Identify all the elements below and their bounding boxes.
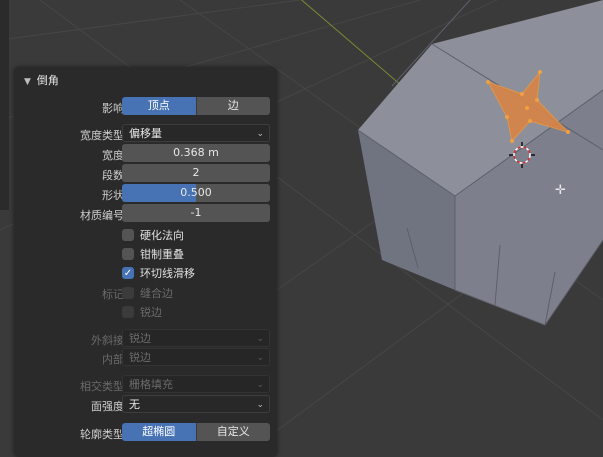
intersection-value: 栅格填充 xyxy=(129,378,173,391)
checkbox-box[interactable] xyxy=(122,287,134,299)
mark-sharp-checkbox[interactable]: 锐边 xyxy=(122,304,162,320)
panel-title: 倒角 xyxy=(36,74,59,87)
harden-normals-label: 硬化法向 xyxy=(140,229,184,242)
loop-slide-label: 环切线滑移 xyxy=(140,267,195,280)
row-harden-normals: 硬化法向 xyxy=(14,225,277,244)
row-miter-inner: 内部 锐边 ⌄ xyxy=(14,348,277,367)
shape-label: 形状 xyxy=(102,189,124,202)
intersection-dropdown[interactable]: 栅格填充 ⌄ xyxy=(122,375,270,393)
row-clamp-overlap: 钳制重叠 xyxy=(14,244,277,263)
chevron-down-icon: ⌄ xyxy=(256,380,264,390)
row-face-strength: 面强度 无 ⌄ xyxy=(14,395,277,414)
row-affect: 影响 顶点 边 xyxy=(14,97,277,116)
row-segments: 段数 2 xyxy=(14,164,277,183)
row-intersection: 相交类型 栅格填充 ⌄ xyxy=(14,375,277,394)
mark-seam-label: 缝合边 xyxy=(140,287,173,300)
mark-label: 标记 xyxy=(102,288,124,301)
loop-slide-checkbox[interactable]: ✓ 环切线滑移 xyxy=(122,265,195,281)
left-toolbar-edge xyxy=(0,0,9,210)
row-width: 宽度 0.368 m xyxy=(14,144,277,163)
profile-type-toggle: 超椭圆 自定义 xyxy=(122,423,270,441)
profile-superellipse-button[interactable]: 超椭圆 xyxy=(122,423,196,441)
width-type-label: 宽度类型 xyxy=(80,129,124,142)
material-label: 材质编号 xyxy=(80,209,124,222)
row-mark-sharp: 锐边 xyxy=(14,302,277,321)
mark-seam-checkbox[interactable]: 缝合边 xyxy=(122,285,173,301)
segments-field[interactable]: 2 xyxy=(122,164,270,182)
panel-header[interactable]: ▼ 倒角 xyxy=(24,72,59,88)
shape-value: 0.500 xyxy=(180,186,212,199)
chevron-down-icon: ⌄ xyxy=(256,353,264,363)
shape-slider[interactable]: 0.500 xyxy=(122,184,270,202)
segments-label: 段数 xyxy=(102,169,124,182)
profile-custom-button[interactable]: 自定义 xyxy=(195,423,270,441)
intersection-label: 相交类型 xyxy=(80,380,124,393)
width-label: 宽度 xyxy=(102,149,124,162)
row-width-type: 宽度类型 偏移量 ⌄ xyxy=(14,124,277,143)
width-type-value: 偏移量 xyxy=(129,127,162,140)
width-type-dropdown[interactable]: 偏移量 ⌄ xyxy=(122,124,270,142)
row-miter-outer: 外斜接 锐边 ⌄ xyxy=(14,329,277,348)
row-profile-type: 轮廓类型 超椭圆 自定义 xyxy=(14,423,277,442)
face-strength-dropdown[interactable]: 无 ⌄ xyxy=(122,395,270,413)
row-loop-slide: ✓ 环切线滑移 xyxy=(14,263,277,282)
miter-outer-dropdown[interactable]: 锐边 ⌄ xyxy=(122,329,270,347)
mark-sharp-label: 锐边 xyxy=(140,306,162,319)
face-strength-label: 面强度 xyxy=(91,400,124,413)
checkbox-box[interactable] xyxy=(122,306,134,318)
checkbox-box[interactable] xyxy=(122,229,134,241)
checkbox-box[interactable] xyxy=(122,248,134,260)
row-shape: 形状 0.500 xyxy=(14,184,277,203)
clamp-overlap-label: 钳制重叠 xyxy=(140,248,184,261)
material-field[interactable]: -1 xyxy=(122,204,270,222)
affect-edges-button[interactable]: 边 xyxy=(195,97,270,115)
row-material: 材质编号 -1 xyxy=(14,204,277,223)
affect-vertices-button[interactable]: 顶点 xyxy=(122,97,196,115)
affect-label: 影响 xyxy=(102,102,124,115)
chevron-down-icon: ⌄ xyxy=(256,129,264,139)
chevron-down-icon: ⌄ xyxy=(256,400,264,410)
chevron-down-icon: ⌄ xyxy=(256,334,264,344)
row-mark-seam: 标记 缝合边 xyxy=(14,283,277,302)
width-field[interactable]: 0.368 m xyxy=(122,144,270,162)
bevel-operator-panel: ▼ 倒角 影响 顶点 边 宽度类型 偏移量 ⌄ 宽度 0.368 m 段数 2 形… xyxy=(14,67,277,457)
affect-toggle: 顶点 边 xyxy=(122,97,270,115)
miter-outer-value: 锐边 xyxy=(129,332,151,345)
miter-inner-value: 锐边 xyxy=(129,351,151,364)
crosshair-cursor-icon: ✛ xyxy=(555,183,566,198)
miter-inner-dropdown[interactable]: 锐边 ⌄ xyxy=(122,348,270,366)
miter-outer-label: 外斜接 xyxy=(91,334,124,347)
face-strength-value: 无 xyxy=(129,398,140,411)
miter-inner-label: 内部 xyxy=(102,353,124,366)
harden-normals-checkbox[interactable]: 硬化法向 xyxy=(122,227,184,243)
profile-type-label: 轮廓类型 xyxy=(80,428,124,441)
collapse-arrow-icon[interactable]: ▼ xyxy=(24,77,31,87)
clamp-overlap-checkbox[interactable]: 钳制重叠 xyxy=(122,246,184,262)
checkmark-icon[interactable]: ✓ xyxy=(122,267,134,279)
